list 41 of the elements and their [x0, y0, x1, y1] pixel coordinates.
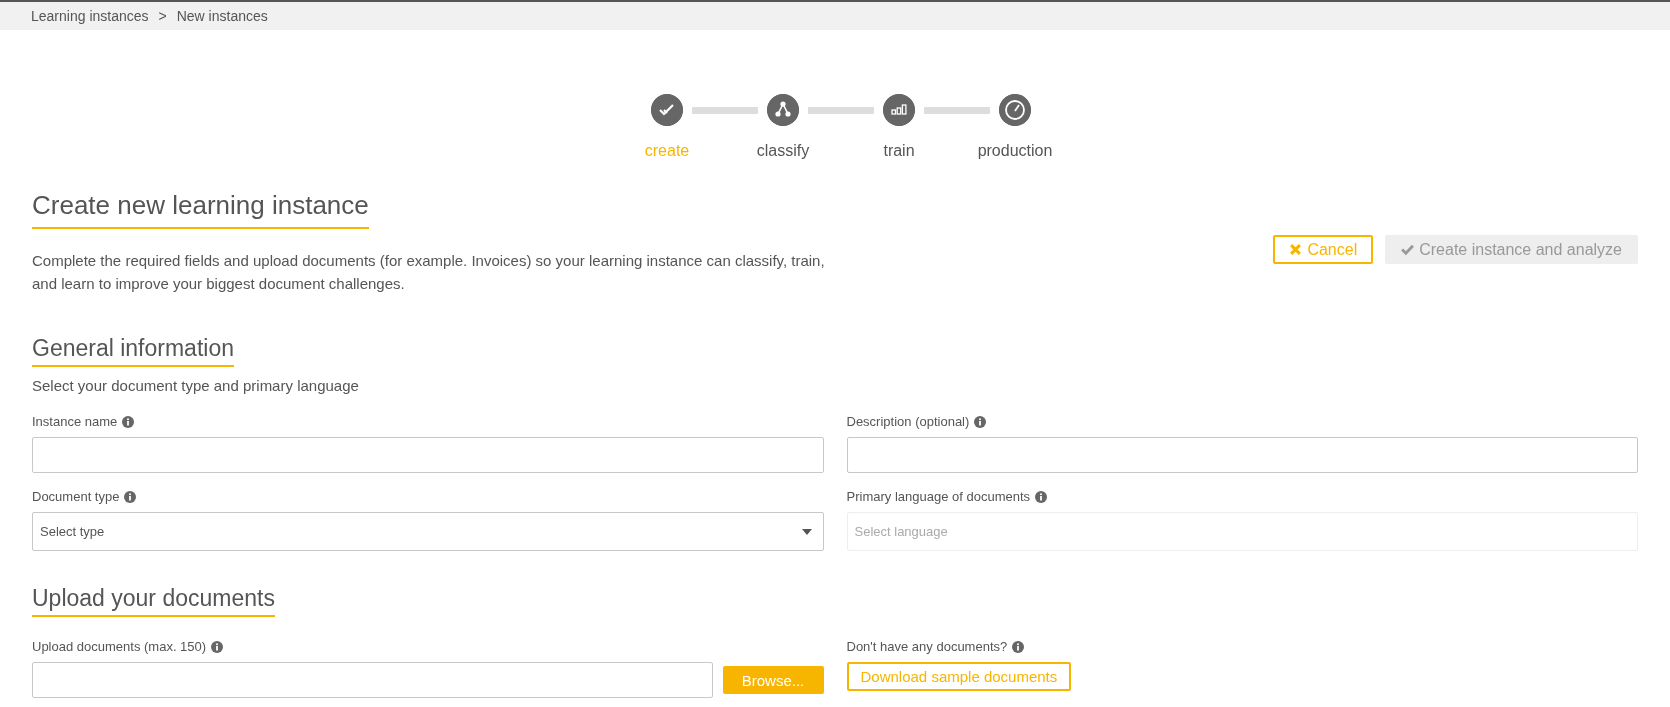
intro-text: Complete the required fields and upload documents (for example. Invoices) so your learning instance can classify, train, and learn to improve your biggest document challenges.: [32, 251, 826, 294]
check-icon: [1401, 243, 1415, 256]
download-sample-button[interactable]: Download sample documents: [846, 662, 1072, 691]
field-label: Primary language of documents: [846, 489, 1031, 504]
field-label: Description (optional): [846, 414, 970, 429]
step-label[interactable]: train: [883, 142, 915, 160]
step-connector: [808, 107, 874, 114]
step-label[interactable]: create: [644, 142, 690, 160]
field-label: Upload documents (max. 150): [32, 639, 207, 654]
bar-chart-icon[interactable]: [883, 94, 915, 126]
step-label[interactable]: classify: [756, 142, 810, 160]
section-heading: General information: [32, 335, 234, 367]
info-icon: [122, 415, 135, 428]
check-icon[interactable]: [651, 94, 683, 126]
info-icon: [211, 640, 224, 653]
caret-icon: [801, 528, 812, 535]
upload-field[interactable]: [32, 662, 713, 698]
input-field[interactable]: [32, 437, 824, 473]
step-connector: [924, 107, 990, 114]
field-label: Document type: [32, 489, 120, 504]
page-title: Create new learning instance: [32, 190, 369, 229]
browse-button[interactable]: Browse...: [722, 666, 824, 694]
step-label[interactable]: production: [977, 142, 1053, 160]
info-icon: [974, 415, 987, 428]
network-icon[interactable]: [767, 94, 799, 126]
section-heading: Upload your documents: [32, 585, 275, 617]
info-icon: [124, 490, 137, 503]
info-icon: [1035, 490, 1048, 503]
section-subtitle: Select your document type and primary language: [32, 377, 360, 394]
gauge-icon[interactable]: [999, 94, 1031, 126]
breadcrumb-link[interactable]: Learning instances: [31, 8, 149, 24]
field-label: Don't have any documents?: [846, 639, 1008, 654]
breadcrumb-current: New instances: [176, 8, 268, 24]
select-field[interactable]: Select type: [32, 512, 824, 551]
field-label: Instance name: [32, 414, 118, 429]
input-field[interactable]: [846, 437, 1638, 473]
step-connector: [692, 107, 758, 114]
breadcrumb-separator: >: [158, 8, 167, 24]
close-icon: [1289, 243, 1303, 256]
info-icon: [1012, 640, 1025, 653]
cancel-button[interactable]: Cancel: [1273, 235, 1374, 264]
